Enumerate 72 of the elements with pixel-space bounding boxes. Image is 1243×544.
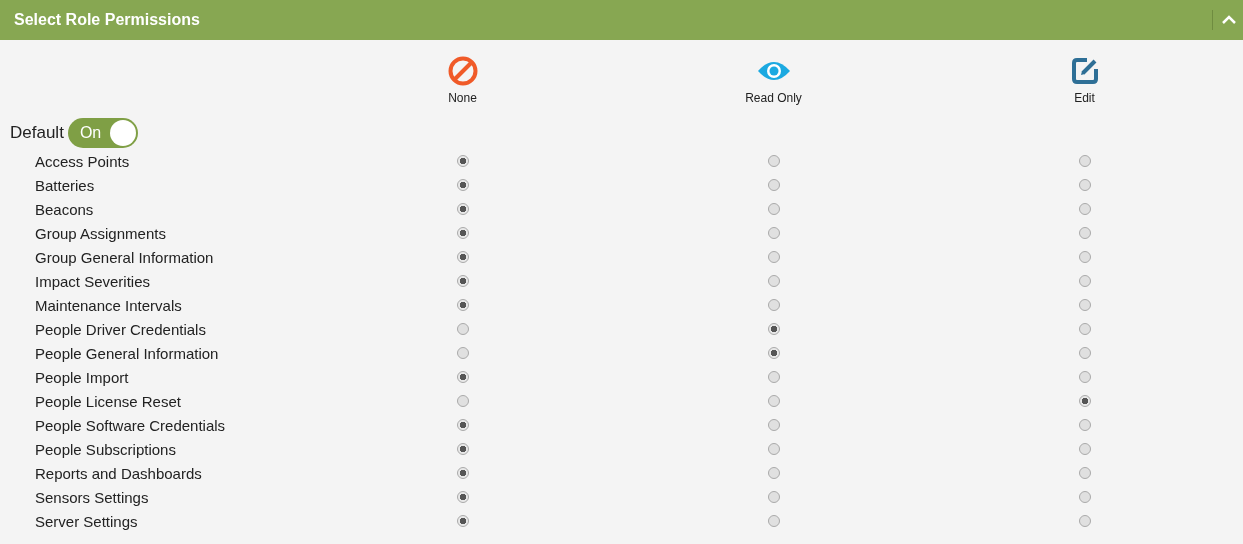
radio-button[interactable]	[1078, 347, 1091, 359]
permission-name: Sensors Settings	[34, 488, 150, 506]
column-label: Edit	[1074, 91, 1095, 105]
column-label: None	[448, 91, 477, 105]
radio-button[interactable]	[767, 203, 780, 215]
radio-button[interactable]	[1078, 251, 1091, 263]
permission-name: People Software Credentials	[34, 416, 227, 434]
permission-name: Impact Severities	[34, 272, 152, 290]
radio-button[interactable]	[1078, 155, 1091, 167]
toggle-switch[interactable]: On	[67, 118, 138, 148]
radio-button[interactable]	[456, 323, 469, 335]
radio-button[interactable]	[767, 155, 780, 167]
radio-button[interactable]	[767, 371, 780, 383]
radio-button[interactable]	[1078, 299, 1091, 311]
radio-button[interactable]	[767, 491, 780, 503]
radio-button[interactable]	[1078, 467, 1091, 479]
permission-name: Batteries	[34, 176, 96, 194]
radio-button[interactable]	[1078, 371, 1091, 383]
radio-button[interactable]	[1078, 491, 1091, 503]
permission-name: People License Reset	[34, 392, 182, 410]
radio-button[interactable]	[767, 419, 780, 431]
collapse-icon[interactable]	[1221, 15, 1237, 25]
radio-button[interactable]	[456, 515, 469, 527]
radio-button[interactable]	[1078, 323, 1091, 335]
radio-button[interactable]	[456, 155, 469, 167]
radio-button[interactable]	[456, 443, 469, 455]
permission-name: Maintenance Intervals	[34, 296, 183, 314]
column-label: Read Only	[745, 91, 802, 105]
radio-button[interactable]	[1078, 179, 1091, 191]
radio-button[interactable]	[456, 395, 469, 407]
radio-button[interactable]	[1078, 419, 1091, 431]
permission-name: People Driver Credentials	[34, 320, 207, 338]
radio-button[interactable]	[767, 299, 780, 311]
radio-button[interactable]	[456, 491, 469, 503]
radio-button[interactable]	[456, 275, 469, 287]
radio-button[interactable]	[1078, 515, 1091, 527]
radio-button[interactable]	[767, 179, 780, 191]
radio-button[interactable]	[456, 299, 469, 311]
permission-name: People Subscriptions	[34, 440, 177, 458]
radio-button[interactable]	[456, 251, 469, 263]
prohibited-icon	[446, 55, 479, 87]
radio-button[interactable]	[767, 251, 780, 263]
radio-button[interactable]	[767, 467, 780, 479]
radio-button[interactable]	[1078, 395, 1091, 407]
radio-button[interactable]	[767, 275, 780, 287]
radio-button[interactable]	[767, 323, 780, 335]
radio-button[interactable]	[456, 347, 469, 359]
radio-button[interactable]	[1078, 275, 1091, 287]
radio-button[interactable]	[456, 419, 469, 431]
radio-button[interactable]	[767, 227, 780, 239]
permission-name: Group Assignments	[34, 224, 167, 242]
permission-name: Reports and Dashboards	[34, 464, 203, 482]
permission-name: Server Settings	[34, 512, 139, 530]
radio-button[interactable]	[1078, 227, 1091, 239]
radio-button[interactable]	[1078, 203, 1091, 215]
radio-button[interactable]	[767, 515, 780, 527]
radio-button[interactable]	[456, 227, 469, 239]
permission-name: Group General Information	[34, 248, 215, 266]
permission-name: People Import	[34, 368, 130, 386]
radio-button[interactable]	[456, 179, 469, 191]
permission-name: Beacons	[34, 200, 95, 218]
radio-button[interactable]	[767, 347, 780, 359]
radio-button[interactable]	[456, 371, 469, 383]
radio-button[interactable]	[767, 443, 780, 455]
radio-button[interactable]	[456, 203, 469, 215]
radio-button[interactable]	[456, 467, 469, 479]
radio-button[interactable]	[1078, 443, 1091, 455]
default-label: Default	[10, 123, 64, 143]
panel-title: Select Role Permissions	[14, 11, 201, 29]
permission-name: People General Information	[34, 344, 220, 362]
permission-name: Access Points	[34, 152, 131, 170]
radio-button[interactable]	[767, 395, 780, 407]
